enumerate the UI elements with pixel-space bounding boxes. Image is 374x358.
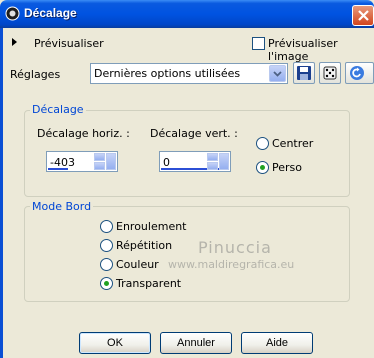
preview-label[interactable]: Prévisualiser bbox=[34, 37, 104, 50]
window-title: Décalage bbox=[24, 6, 77, 20]
settings-dropdown-button[interactable] bbox=[269, 65, 286, 82]
custom-radio[interactable] bbox=[256, 161, 269, 174]
custom-radio-label[interactable]: Perso bbox=[272, 161, 302, 174]
preview-image-label[interactable]: Prévisualiser l'image bbox=[268, 37, 374, 63]
floppy-disk-icon bbox=[297, 66, 311, 80]
increment-arrow-icon[interactable] bbox=[94, 153, 105, 161]
horiz-offset-indicator bbox=[48, 168, 68, 170]
horiz-offset-spinner[interactable]: -403 bbox=[46, 151, 118, 172]
center-radio-label[interactable]: Centrer bbox=[272, 137, 313, 150]
settings-select[interactable]: Dernières options utilisées bbox=[90, 63, 288, 84]
help-button[interactable]: Aide bbox=[241, 332, 313, 354]
edge-mode-groupbox bbox=[24, 206, 350, 302]
wrap-radio-label[interactable]: Enroulement bbox=[116, 220, 187, 233]
repeat-radio-label[interactable]: Répétition bbox=[116, 239, 172, 252]
randomize-button[interactable] bbox=[319, 62, 341, 84]
close-button[interactable] bbox=[352, 5, 374, 26]
expand-arrow-icon[interactable] bbox=[12, 38, 17, 46]
title-bar[interactable]: Décalage bbox=[0, 0, 374, 28]
increment-arrow-icon[interactable] bbox=[207, 153, 218, 161]
center-radio[interactable] bbox=[256, 137, 269, 150]
watermark-url: www.maldiregrafica.eu bbox=[168, 258, 295, 271]
save-preset-button[interactable] bbox=[293, 62, 315, 84]
undo-arrow-icon bbox=[350, 66, 364, 80]
repeat-radio[interactable] bbox=[100, 239, 113, 252]
vert-offset-label: Décalage vert. : bbox=[150, 127, 238, 140]
settings-label: Réglages bbox=[10, 68, 61, 81]
horiz-offset-dropdown-icon[interactable] bbox=[106, 153, 116, 170]
horiz-offset-stepper[interactable] bbox=[94, 153, 105, 170]
wrap-radio[interactable] bbox=[100, 220, 113, 233]
decrement-arrow-icon[interactable] bbox=[94, 162, 105, 170]
edge-mode-legend: Mode Bord bbox=[30, 200, 94, 213]
close-icon bbox=[358, 10, 369, 21]
offset-group-legend: Décalage bbox=[30, 103, 86, 116]
color-radio-label[interactable]: Couleur bbox=[116, 258, 159, 271]
vert-offset-spinner[interactable]: 0 bbox=[159, 151, 231, 172]
transparent-radio-label[interactable]: Transparent bbox=[116, 277, 181, 290]
dice-icon bbox=[323, 66, 337, 80]
ok-button[interactable]: OK bbox=[79, 332, 151, 354]
settings-select-value: Dernières options utilisées bbox=[94, 67, 241, 80]
cancel-button[interactable]: Annuler bbox=[160, 332, 232, 354]
transparent-radio[interactable] bbox=[100, 277, 113, 290]
decrement-arrow-icon[interactable] bbox=[207, 162, 218, 170]
chevron-down-icon bbox=[273, 71, 282, 77]
app-icon bbox=[5, 6, 20, 21]
vert-offset-stepper[interactable] bbox=[207, 153, 218, 170]
reset-button[interactable] bbox=[345, 62, 374, 84]
vert-offset-dropdown-icon[interactable] bbox=[219, 153, 229, 170]
preview-image-checkbox[interactable] bbox=[252, 37, 265, 50]
horiz-offset-label: Décalage horiz. : bbox=[37, 127, 130, 140]
watermark-name: Pinuccia bbox=[198, 238, 272, 257]
color-radio[interactable] bbox=[100, 258, 113, 271]
